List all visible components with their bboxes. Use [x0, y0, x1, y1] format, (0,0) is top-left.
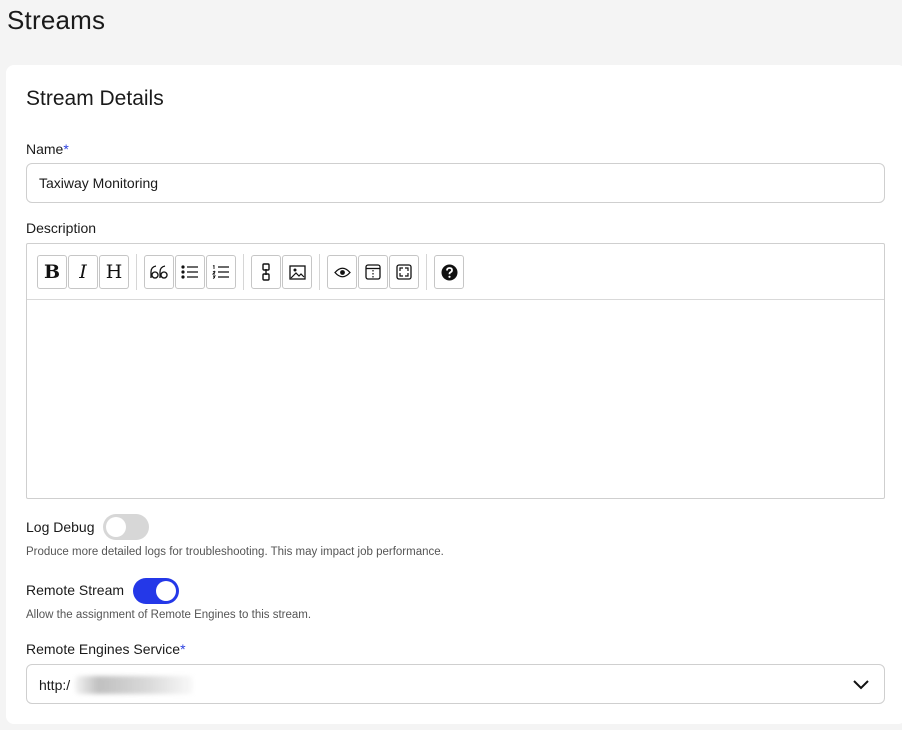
unordered-list-icon	[181, 265, 198, 279]
ordered-list-button[interactable]	[206, 255, 236, 289]
italic-button[interactable]: I	[68, 255, 98, 289]
remote-stream-help-text: Allow the assignment of Remote Engines t…	[26, 609, 312, 621]
name-label-text: Name	[26, 141, 64, 157]
remote-engines-service-select[interactable]: http:/	[26, 664, 885, 704]
toggle-knob	[156, 581, 176, 601]
image-button[interactable]	[282, 255, 312, 289]
fullscreen-button[interactable]	[389, 255, 419, 289]
editor-toolbar: B I H	[27, 244, 884, 300]
preview-button[interactable]	[327, 255, 357, 289]
redacted-url-blur	[75, 676, 193, 694]
side-by-side-icon	[365, 264, 381, 280]
log-debug-help-text: Produce more detailed logs for troublesh…	[26, 546, 444, 558]
log-debug-toggle[interactable]	[103, 514, 149, 540]
section-title: Stream Details	[26, 87, 164, 110]
link-button[interactable]	[251, 255, 281, 289]
remote-engines-service-label: Remote Engines Service*	[26, 641, 186, 657]
toolbar-divider	[243, 254, 244, 290]
heading-button[interactable]: H	[99, 255, 129, 289]
description-editor: B I H	[26, 243, 885, 499]
stream-details-card: Stream Details Name* Description B I H	[6, 65, 902, 724]
remote-stream-label: Remote Stream	[26, 582, 125, 598]
link-icon	[262, 263, 270, 281]
unordered-list-button[interactable]	[175, 255, 205, 289]
preview-icon	[333, 267, 351, 277]
side-by-side-button[interactable]	[358, 255, 388, 289]
toggle-knob	[106, 517, 126, 537]
description-label: Description	[26, 220, 97, 236]
bold-icon: B	[43, 260, 61, 283]
heading-icon: H	[105, 260, 123, 283]
remote-engines-service-value: http:/	[39, 677, 71, 693]
help-icon	[441, 264, 457, 280]
name-input[interactable]	[26, 163, 885, 203]
ordered-list-icon	[212, 265, 229, 279]
toolbar-divider	[319, 254, 320, 290]
toolbar-divider	[426, 254, 427, 290]
remote-stream-toggle[interactable]	[133, 578, 179, 604]
quote-button[interactable]	[144, 255, 174, 289]
image-icon	[288, 264, 306, 280]
markdown-help-button[interactable]	[434, 255, 464, 289]
chevron-down-icon	[853, 680, 869, 690]
remote-engines-service-label-text: Remote Engines Service	[26, 641, 181, 657]
italic-icon: I	[79, 260, 87, 283]
page-title: Streams	[7, 5, 106, 35]
fullscreen-icon	[396, 264, 412, 280]
description-text-area[interactable]	[27, 300, 884, 498]
name-label: Name*	[26, 141, 69, 157]
log-debug-label: Log Debug	[26, 519, 95, 535]
name-required-mark: *	[63, 141, 69, 157]
quote-icon	[150, 265, 168, 279]
toolbar-divider	[136, 254, 137, 290]
bold-button[interactable]: B	[37, 255, 67, 289]
remote-engines-required-mark: *	[180, 641, 186, 657]
